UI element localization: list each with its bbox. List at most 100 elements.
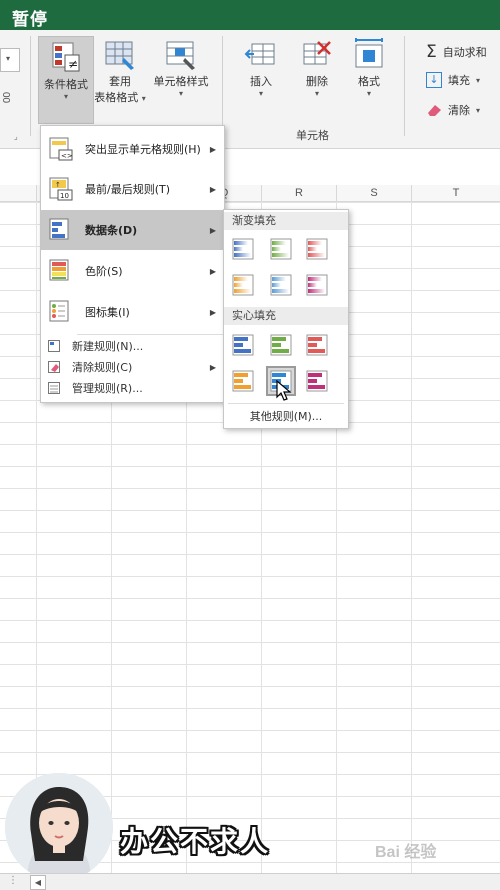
solid-data-bar-swatch[interactable] (230, 368, 256, 394)
autosum-button[interactable]: Σ 自动求和 (426, 42, 487, 62)
chevron-down-icon: ▾ (258, 89, 263, 98)
menu-label-color-scales: 色阶(S) (85, 265, 123, 278)
submenu-divider (228, 403, 344, 404)
title-bar: 暂停 (0, 0, 500, 30)
solid-data-bar-swatch[interactable] (304, 332, 330, 358)
data-bar-icon (270, 334, 292, 356)
solid-data-bar-swatch[interactable] (304, 368, 330, 394)
left-dropdown[interactable]: ▾ (0, 48, 20, 72)
gradient-data-bar-swatch[interactable] (230, 236, 256, 262)
gradient-data-bar-swatch[interactable] (304, 236, 330, 262)
conditional-format-menu: <> 突出显示单元格规则(H) ▶ ↑ 10 最前/最后规则(T) ▶ 数据条(… (40, 125, 225, 403)
color-scales-icon (49, 259, 69, 281)
grid-line-horizontal (0, 444, 500, 445)
column-header-s[interactable]: S (337, 185, 412, 202)
cell-styles-icon (166, 41, 195, 70)
separator (222, 36, 223, 136)
chevron-right-icon: ▶ (209, 225, 216, 235)
sheet-tab-bar: ⋮ ◀ (0, 873, 500, 890)
mouse-cursor-icon (276, 380, 292, 401)
chevron-down-icon: ▾ (476, 105, 481, 115)
chevron-right-icon: ▶ (209, 307, 216, 317)
format-button[interactable]: 格式 ▾ (346, 36, 392, 108)
watermark: Bai 经验 (375, 844, 437, 861)
data-bar-icon (306, 238, 328, 260)
solid-data-bar-swatch[interactable] (268, 332, 294, 358)
delete-cells-icon (303, 41, 331, 65)
clear-button[interactable]: 清除 ▾ (426, 102, 480, 118)
pause-label: 暂停 (12, 10, 48, 30)
scroll-left-button[interactable]: ◀ (30, 875, 46, 890)
format-as-table-button[interactable]: 套用 表格格式 ▾ (92, 40, 148, 120)
grid-line-horizontal (0, 708, 500, 709)
manage-rules-icon (48, 382, 60, 394)
chevron-down-icon: ▾ (6, 54, 11, 63)
chevron-down-icon: ▾ (178, 89, 183, 98)
grid-line-horizontal (0, 598, 500, 599)
grid-line-horizontal (0, 620, 500, 621)
left-partial-text: 00 (0, 92, 11, 104)
cell-styles-button[interactable]: 单元格样式 ▾ (150, 40, 212, 120)
grid-line-horizontal (0, 686, 500, 687)
chevron-right-icon: ▶ (209, 184, 216, 194)
gradient-data-bar-swatch[interactable] (230, 272, 256, 298)
insert-label: 插入 (250, 75, 272, 88)
column-header-r[interactable]: R (262, 185, 337, 202)
svg-text:≠: ≠ (68, 57, 78, 71)
grid-line-horizontal (0, 576, 500, 577)
solid-fill-heading: 实心填充 (224, 307, 348, 325)
menu-item-new-rule[interactable]: 新建规则(N)... (41, 336, 224, 356)
insert-cells-icon (244, 43, 275, 65)
data-bar-icon (306, 334, 328, 356)
format-as-table-line2: 表格格式 (94, 91, 139, 104)
data-bar-icon (232, 274, 254, 296)
chevron-right-icon: ▶ (209, 266, 216, 276)
separator (404, 36, 405, 136)
menu-item-data-bars[interactable]: 数据条(D) ▶ (41, 210, 224, 250)
svg-text:<>: <> (61, 152, 73, 160)
menu-item-icon-sets[interactable]: 图标集(I) ▶ (41, 292, 224, 332)
menu-item-clear-rules[interactable]: 清除规则(C) ▶ (41, 357, 224, 377)
new-rule-icon (48, 340, 60, 352)
chevron-right-icon: ▶ (209, 362, 216, 372)
menu-item-manage-rules[interactable]: 管理规则(R)... (41, 378, 224, 398)
data-bars-icon (49, 218, 69, 240)
dialog-launcher-icon[interactable]: ⌟ (14, 132, 18, 141)
gradient-data-bar-swatch[interactable] (268, 272, 294, 298)
conditional-format-label: 条件格式 (44, 78, 88, 91)
more-rules-link[interactable]: 其他规则(M)... (224, 408, 348, 424)
table-format-icon (105, 41, 134, 70)
cells-group-label: 单元格 (296, 129, 329, 142)
clear-rules-icon (48, 361, 60, 373)
icon-sets-icon (49, 300, 69, 322)
eraser-icon (428, 105, 441, 116)
brand-caption: 办公不求人 (120, 825, 271, 858)
grid-line-horizontal (0, 730, 500, 731)
column-header-t[interactable]: T (412, 185, 500, 202)
grid-line-horizontal (0, 510, 500, 511)
menu-item-highlight-rules[interactable]: <> 突出显示单元格规则(H) ▶ (41, 129, 224, 169)
menu-item-top-bottom[interactable]: ↑ 10 最前/最后规则(T) ▶ (41, 169, 224, 209)
top-bottom-icon: ↑ 10 (49, 177, 73, 201)
gradient-data-bar-swatch[interactable] (304, 272, 330, 298)
column-header-blank (0, 185, 37, 202)
grid-line-horizontal (0, 642, 500, 643)
conditional-format-button[interactable]: ≠ 条件格式 ▾ (38, 36, 94, 124)
menu-label-manage-rules: 管理规则(R)... (72, 382, 143, 395)
menu-divider (77, 334, 223, 335)
menu-item-color-scales[interactable]: 色阶(S) ▶ (41, 251, 224, 291)
chevron-down-icon: ▾ (141, 94, 146, 103)
chevron-down-icon: ▾ (314, 89, 319, 98)
fill-button[interactable]: ↓ 填充 ▾ (426, 72, 480, 88)
insert-button[interactable]: 插入 ▾ (236, 40, 286, 110)
format-cells-icon (355, 38, 383, 68)
sigma-icon: Σ (426, 42, 437, 62)
chevron-down-icon: ▾ (366, 89, 371, 98)
delete-button[interactable]: 删除 ▾ (292, 40, 342, 110)
fill-label: 填充 (448, 74, 470, 87)
menu-label-data-bars: 数据条(D) (85, 224, 138, 237)
conditional-format-icon: ≠ (52, 42, 80, 72)
gradient-data-bar-swatch[interactable] (268, 236, 294, 262)
data-bar-icon (270, 238, 292, 260)
solid-data-bar-swatch[interactable] (230, 332, 256, 358)
